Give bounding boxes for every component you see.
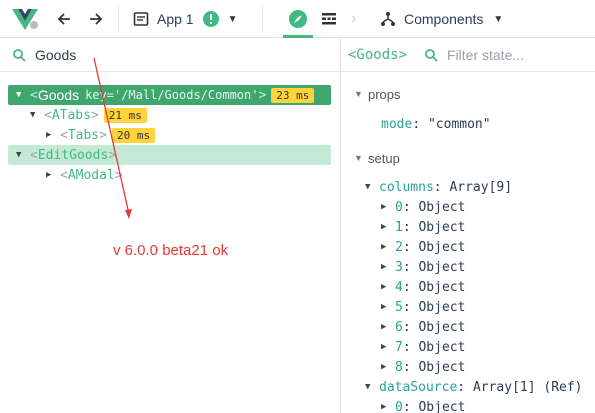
tab-inspector[interactable] [288,0,308,38]
tab-timeline[interactable] [321,0,337,38]
state-value: Object [418,399,466,413]
caret-right-icon: ▶ [381,342,387,352]
chevron-down-icon: ▼ [227,13,238,25]
caret-right-icon: ▶ [381,262,387,272]
state-item-row[interactable]: ▶ 2: Object [381,237,465,257]
state-value: Object [418,219,466,235]
state-key: 0 [395,399,403,413]
arrow-left-icon [57,13,70,25]
caret-right-icon: ▶ [381,402,387,412]
components-selector[interactable]: Components ▼ [380,0,503,38]
prop-row[interactable]: mode: "common" [381,114,491,134]
props-section-toggle[interactable]: ▼ props [354,84,401,104]
state-value: Object [418,199,466,215]
state-item-row[interactable]: ▶ 6: Object [381,317,465,337]
state-row-columns[interactable]: ▼ columns: Array[9] [365,177,512,197]
state-item-row[interactable]: ▶ 5: Object [381,297,465,317]
state-key: 8 [395,359,403,375]
caret-right-icon: ▶ [381,222,387,232]
state-item-row[interactable]: ▶ 8: Object [381,357,465,377]
state-value: Array[9] [449,179,513,195]
search-icon [425,49,438,62]
state-value: Object [418,239,466,255]
caret-right-icon: ▶ [381,322,387,332]
vue-logo-icon [12,0,38,38]
section-label: props [368,86,401,102]
inspector-header: <Goods> Filter state... [341,38,595,72]
prop-key: mode [381,116,413,132]
caret-down-icon: ▼ [354,153,363,163]
app-window-icon [133,12,149,26]
caret-right-icon: ▶ [381,302,387,312]
state-value: Object [418,319,466,335]
state-value: Object [418,279,466,295]
state-key: 1 [395,219,403,235]
caret-right-icon: ▶ [381,242,387,252]
back-button[interactable] [56,0,72,38]
component-tree-pane: Goods ▼ < Goods key='/Mall/Goods/Common' >… [0,38,340,413]
state-key: 6 [395,319,403,335]
state-value: Object [418,299,466,315]
state-item-row[interactable]: ▶ 7: Object [381,337,465,357]
app-selector[interactable]: App 1 ▼ [133,0,238,38]
state-item-row[interactable]: ▶ 0: Object [381,197,465,217]
state-key: 5 [395,299,403,315]
selected-component-name: <Goods> [348,47,408,63]
annotation-arrow [93,57,132,219]
state-key: columns [379,179,434,195]
chevron-down-icon: ▼ [493,13,504,25]
timeline-icon [322,13,336,25]
filter-state-input[interactable]: Filter state... [447,47,524,63]
caret-right-icon: ▶ [381,362,387,372]
state-item-row[interactable]: ▶ 1: Object [381,217,465,237]
toolbar: App 1 ▼ › Components ▼ [0,0,595,38]
state-key: 0 [395,199,403,215]
section-label: setup [368,150,400,166]
caret-right-icon: ▶ [381,202,387,212]
warning-badge-icon [202,11,219,27]
caret-down-icon: ▼ [365,382,371,392]
state-key: 2 [395,239,403,255]
components-label: Components [404,11,484,27]
forward-button[interactable] [88,0,104,38]
state-key: 3 [395,259,403,275]
prop-value: "common" [427,116,491,132]
state-row-datasource[interactable]: ▼ dataSource: Array[1] (Ref) [365,377,583,397]
state-value: Object [418,259,466,275]
annotation-text: v 6.0.0 beta21 ok [113,242,229,259]
state-item-row[interactable]: ▶ 3: Object [381,257,465,277]
state-key: 4 [395,279,403,295]
compass-icon [289,10,307,28]
state-value: Object [418,359,466,375]
state-item-row[interactable]: ▶ 4: Object [381,277,465,297]
state-value: Array[1] (Ref) [472,379,583,395]
caret-down-icon: ▼ [354,89,363,99]
arrow-right-icon [90,13,103,25]
component-tree-icon [381,12,395,26]
state-item-row[interactable]: ▶ 0: Object [381,397,465,413]
caret-down-icon: ▼ [365,182,371,192]
state-key: dataSource [379,379,458,395]
setup-section-toggle[interactable]: ▼ setup [354,148,400,168]
state-value: Object [418,339,466,355]
caret-right-icon: ▶ [381,282,387,292]
state-key: 7 [395,339,403,355]
app-label: App 1 [157,11,194,27]
chevron-right-icon: › [351,10,357,27]
inspector-pane: <Goods> Filter state... ▼ props mode: "c… [340,38,595,413]
